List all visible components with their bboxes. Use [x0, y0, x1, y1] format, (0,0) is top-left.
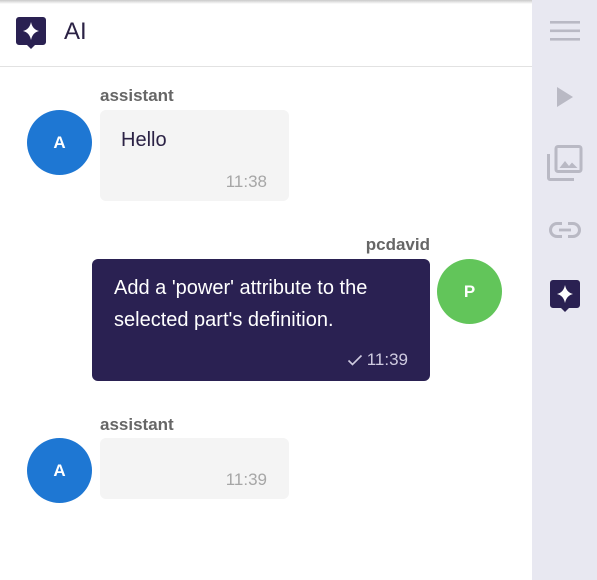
check-icon: [347, 352, 363, 372]
ai-assistant-button[interactable]: [548, 279, 582, 317]
play-button[interactable]: [548, 82, 582, 116]
message-sender: assistant: [100, 86, 174, 105]
menu-button[interactable]: [548, 16, 582, 50]
message-text-line-1: Add a 'power' attribute to the: [114, 277, 368, 299]
message-time: 11:39: [366, 350, 408, 369]
ai-sparkle-icon: [16, 17, 46, 49]
right-sidebar: [532, 0, 597, 580]
avatar[interactable]: P: [437, 259, 502, 324]
image-gallery-icon: [547, 144, 583, 186]
message-sender: pcdavid: [365, 235, 430, 254]
message-bubble: 11:39: [100, 438, 289, 499]
image-gallery-button[interactable]: [547, 144, 583, 182]
link-icon: [549, 221, 581, 244]
message-time: 11:39: [225, 470, 267, 489]
message-time-row: 11:39: [347, 350, 408, 372]
link-button[interactable]: [548, 215, 582, 249]
avatar[interactable]: A: [27, 438, 92, 503]
message-bubble: Hello 11:38: [100, 110, 289, 201]
play-icon: [555, 86, 575, 113]
ai-sparkle-icon: [550, 279, 580, 317]
message-text-line-2: selected part's definition.: [114, 309, 334, 331]
message-time: 11:38: [225, 172, 267, 191]
message-bubble: Add a 'power' attribute to the selected …: [92, 259, 430, 381]
chat-panel: AI assistant A Hello 11:38 pcdavid P Add…: [0, 0, 532, 580]
chat-header: AI: [0, 0, 532, 67]
avatar[interactable]: A: [27, 110, 92, 175]
message-sender: assistant: [100, 415, 174, 434]
message-text: Hello: [121, 129, 167, 151]
chat-title: AI: [64, 18, 87, 45]
menu-icon: [550, 20, 580, 47]
